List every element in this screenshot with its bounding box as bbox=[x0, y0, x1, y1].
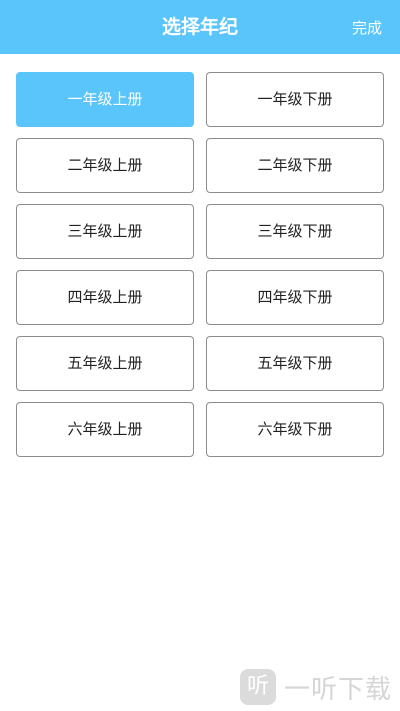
watermark-logo: 听 一听下载 bbox=[240, 664, 392, 710]
grade-grid: 一年级上册 一年级下册 二年级上册 二年级下册 三年级上册 三年级下册 四年级上… bbox=[16, 72, 384, 468]
page-title: 选择年纪 bbox=[161, 16, 238, 38]
grade-row-1: 一年级上册 一年级下册 bbox=[16, 72, 384, 127]
grade-3-lower-button[interactable]: 三年级下册 bbox=[206, 204, 384, 259]
grade-row-2: 二年级上册 二年级下册 bbox=[16, 138, 384, 193]
grade-1-upper-button[interactable]: 一年级上册 bbox=[16, 72, 194, 127]
grade-6-lower-button[interactable]: 六年级下册 bbox=[206, 402, 384, 457]
grade-3-upper-button[interactable]: 三年级上册 bbox=[16, 204, 194, 259]
watermark-text: 一听下载 bbox=[284, 674, 393, 705]
top-bar: 选择年纪 完成 bbox=[0, 0, 400, 54]
grade-5-lower-button[interactable]: 五年级下册 bbox=[206, 336, 384, 391]
grade-row-5: 五年级上册 五年级下册 bbox=[16, 336, 384, 391]
grade-5-upper-button[interactable]: 五年级上册 bbox=[16, 336, 194, 391]
grade-6-upper-button[interactable]: 六年级上册 bbox=[16, 402, 194, 457]
grade-4-upper-button[interactable]: 四年级上册 bbox=[16, 270, 194, 325]
grade-2-lower-button[interactable]: 二年级下册 bbox=[206, 138, 384, 193]
grade-1-lower-button[interactable]: 一年级下册 bbox=[206, 72, 384, 127]
grade-row-3: 三年级上册 三年级下册 bbox=[16, 204, 384, 259]
grade-2-upper-button[interactable]: 二年级上册 bbox=[16, 138, 194, 193]
grade-4-lower-button[interactable]: 四年级下册 bbox=[206, 270, 384, 325]
watermark-icon: 听 bbox=[240, 669, 276, 705]
grade-row-4: 四年级上册 四年级下册 bbox=[16, 270, 384, 325]
done-button[interactable]: 完成 bbox=[352, 0, 382, 54]
grade-row-6: 六年级上册 六年级下册 bbox=[16, 402, 384, 457]
